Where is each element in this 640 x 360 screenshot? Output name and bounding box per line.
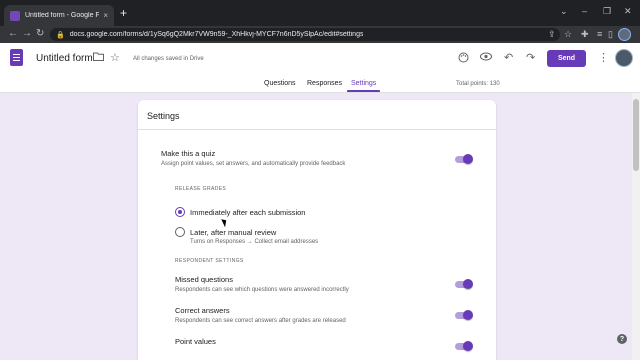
form-title[interactable]: Untitled form (36, 53, 93, 64)
missed-questions-description: Respondents can see which questions were… (175, 287, 349, 293)
preview-icon[interactable] (480, 52, 492, 64)
url-text[interactable]: docs.google.com/forms/d/1ySq6gQ2Mkr7VW9n… (70, 31, 364, 38)
folder-icon[interactable] (93, 52, 104, 64)
undo-icon[interactable]: ↶ (504, 52, 513, 64)
back-icon[interactable]: ← (8, 28, 18, 40)
total-points: Total points: 130 (456, 81, 500, 87)
respondent-settings-heading: RESPONDENT SETTINGS (175, 258, 244, 264)
quiz-toggle[interactable] (455, 154, 473, 164)
reload-icon[interactable]: ↻ (36, 28, 44, 40)
reading-list-icon[interactable]: ≡ (597, 29, 602, 39)
address-bar-row: ← → ↻ 🔒 docs.google.com/forms/d/1ySq6gQ2… (0, 26, 640, 43)
browser-tab-bar: Untitled form - Google Forms × + ⌄ – ❐ ✕ (0, 0, 640, 26)
missed-questions-toggle[interactable] (455, 279, 473, 289)
save-status: All changes saved in Drive (133, 56, 204, 62)
tab-search-icon[interactable]: ⌄ (560, 6, 568, 17)
more-options-icon[interactable]: ⋮ (598, 52, 609, 64)
divider (138, 129, 496, 130)
forms-favicon-icon (10, 10, 20, 21)
browser-tab-title: Untitled form - Google Forms (25, 12, 100, 19)
sidebar-icon[interactable]: ▯ (608, 29, 613, 39)
active-tab-indicator (347, 90, 380, 92)
point-values-label: Point values (175, 337, 216, 346)
new-tab-button[interactable]: + (120, 7, 127, 19)
toggle-knob (463, 279, 473, 289)
radio-immediately-label[interactable]: Immediately after each submission (190, 208, 305, 217)
missed-questions-label: Missed questions (175, 275, 233, 284)
minimize-button[interactable]: – (582, 6, 587, 16)
form-tabs: Questions Responses Settings Total point… (0, 77, 640, 93)
tab-close-icon[interactable]: × (103, 11, 108, 20)
lock-icon[interactable]: 🔒 (56, 31, 65, 39)
browser-tab[interactable]: Untitled form - Google Forms × (4, 5, 114, 26)
radio-later[interactable] (175, 227, 185, 237)
settings-card: Settings Make this a quiz Assign point v… (138, 100, 496, 360)
account-avatar[interactable] (615, 49, 633, 67)
quiz-label: Make this a quiz (161, 149, 216, 158)
toggle-knob (463, 310, 473, 320)
toggle-knob (463, 341, 473, 351)
forms-header: Untitled form ☆ All changes saved in Dri… (0, 43, 640, 93)
page-scrollbar[interactable] (632, 93, 640, 360)
palette-icon[interactable] (458, 52, 469, 66)
forward-icon[interactable]: → (22, 28, 32, 40)
toggle-knob (463, 154, 473, 164)
send-button[interactable]: Send (547, 50, 586, 67)
help-icon[interactable]: ? (617, 334, 627, 344)
star-icon[interactable]: ☆ (110, 52, 120, 64)
radio-immediately[interactable] (175, 207, 185, 217)
redo-icon[interactable]: ↷ (526, 52, 535, 64)
star-icon[interactable]: ☆ (564, 29, 572, 39)
maximize-button[interactable]: ❐ (603, 6, 611, 17)
omnibox[interactable]: 🔒 docs.google.com/forms/d/1ySq6gQ2Mkr7VW… (50, 28, 560, 41)
share-icon[interactable]: ⇪ (548, 29, 556, 39)
forms-logo-icon[interactable] (10, 49, 23, 66)
radio-later-sub: Turns on Responses → Collect email addre… (190, 239, 319, 245)
close-window-button[interactable]: ✕ (624, 6, 632, 17)
correct-answers-label: Correct answers (175, 306, 230, 315)
settings-title: Settings (147, 111, 180, 121)
correct-answers-description: Respondents can see correct answers afte… (175, 318, 346, 324)
tab-responses[interactable]: Responses (307, 80, 342, 87)
extensions-icon[interactable]: ✚ (581, 29, 589, 39)
radio-later-label[interactable]: Later, after manual review (190, 228, 276, 237)
quiz-description: Assign point values, set answers, and au… (161, 161, 346, 167)
release-grades-heading: RELEASE GRADES (175, 186, 227, 192)
tab-settings[interactable]: Settings (351, 80, 376, 87)
correct-answers-toggle[interactable] (455, 310, 473, 320)
tab-questions[interactable]: Questions (264, 80, 296, 87)
profile-avatar[interactable] (618, 28, 631, 41)
scrollbar-thumb[interactable] (633, 99, 639, 171)
point-values-toggle[interactable] (455, 341, 473, 351)
